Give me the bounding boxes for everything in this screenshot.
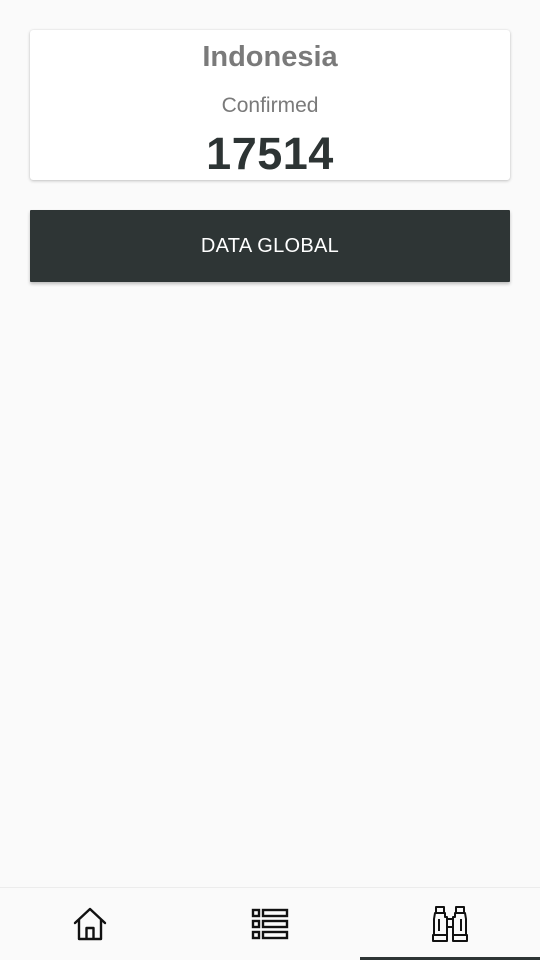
- stat-label: Confirmed: [221, 94, 319, 117]
- nav-item-home[interactable]: [0, 888, 180, 960]
- data-global-button[interactable]: DATA GLOBAL: [30, 210, 510, 282]
- country-stat-card: Indonesia Confirmed 17514: [30, 30, 510, 180]
- bottom-navigation: [0, 887, 540, 960]
- app-screen: Indonesia Confirmed 17514 DATA GLOBAL: [0, 0, 540, 960]
- nav-item-list[interactable]: [180, 888, 360, 960]
- stat-value: 17514: [206, 128, 334, 179]
- list-icon: [251, 907, 289, 941]
- binoculars-icon: [430, 905, 470, 943]
- nav-item-explore[interactable]: [360, 888, 540, 960]
- country-name: Indonesia: [202, 41, 338, 73]
- home-icon: [71, 905, 109, 943]
